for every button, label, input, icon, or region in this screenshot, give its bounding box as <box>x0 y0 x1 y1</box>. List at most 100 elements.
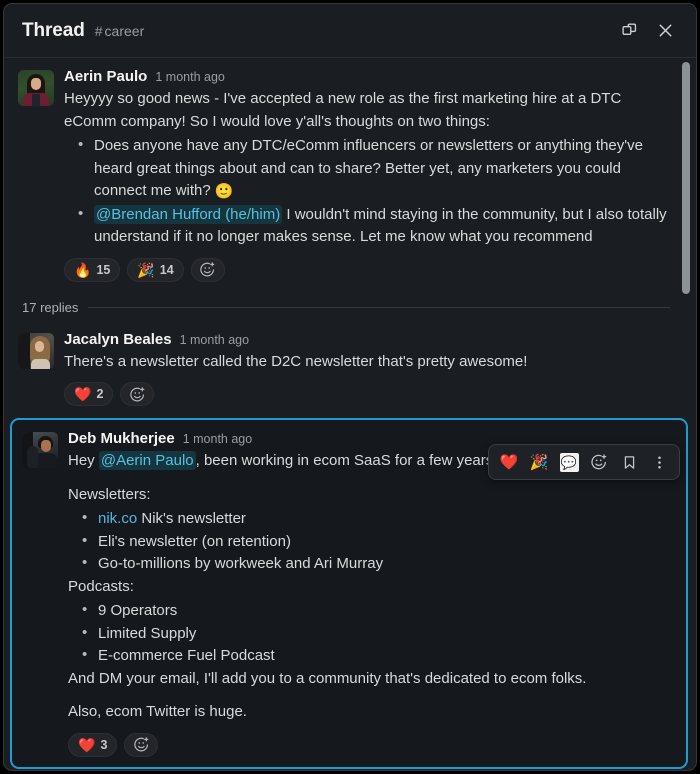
closing-paragraph-2: Also, ecom Twitter is huge. <box>68 701 666 724</box>
newsletter-text: Eli's newsletter (on retention) <box>98 533 291 550</box>
greeting-pre: Hey <box>68 452 99 469</box>
message-author[interactable]: Aerin Paulo <box>64 68 147 85</box>
channel-name: career <box>105 23 145 39</box>
save-message-button[interactable] <box>615 448 643 476</box>
replies-count-label: 17 replies <box>22 300 78 315</box>
bullet-text: Does anyone have any DTC/eComm influence… <box>94 137 643 199</box>
avatar[interactable] <box>22 432 58 468</box>
message-reply-jacalyn-beales: Jacalyn Beales 1 month ago There's a new… <box>4 321 696 413</box>
message-text: Heyyyy so good news - I've accepted a ne… <box>64 88 670 249</box>
avatar[interactable] <box>18 333 54 369</box>
heart-icon: ❤️ <box>74 387 91 401</box>
avatar-art <box>41 440 51 452</box>
message-hover-toolbar[interactable]: ❤️ 🎉 💬 <box>488 444 680 480</box>
message-timestamp[interactable]: 1 month ago <box>183 432 253 446</box>
quick-react-heart-button[interactable]: ❤️ <box>495 448 523 476</box>
scrollbar-thumb[interactable] <box>682 62 690 294</box>
reaction-fire[interactable]: 🔥 15 <box>64 258 120 282</box>
add-reaction-icon <box>590 453 608 471</box>
podcasts-heading: Podcasts: <box>68 576 666 599</box>
message-header: Jacalyn Beales 1 month ago <box>64 331 670 348</box>
add-reaction-button[interactable] <box>124 733 158 757</box>
quick-react-custom-emoji-button[interactable]: 💬 <box>555 448 583 476</box>
reaction-heart[interactable]: ❤️ 3 <box>68 733 117 757</box>
newsletter-text: Nik's newsletter <box>137 510 246 527</box>
list-item: 9 Operators <box>68 600 666 623</box>
closing-paragraph-1: And DM your email, I'll add you to a com… <box>68 668 666 691</box>
message-author[interactable]: Jacalyn Beales <box>64 331 172 348</box>
more-vertical-icon <box>651 454 668 471</box>
bookmark-icon <box>621 454 638 471</box>
user-mention[interactable]: @Aerin Paulo <box>99 451 196 470</box>
avatar-art <box>18 333 30 369</box>
avatar-art <box>31 359 50 369</box>
scrollbar-track[interactable] <box>681 60 693 769</box>
speech-balloon-icon: 💬 <box>560 453 579 472</box>
list-item: nik.co Nik's newsletter <box>68 508 666 531</box>
list-item: Go-to-millions by workweek and Ari Murra… <box>68 553 666 576</box>
open-in-new-window-icon <box>621 22 638 39</box>
thread-header: Thread # career <box>4 4 696 58</box>
divider-line <box>88 307 670 308</box>
avatar-art <box>32 94 40 106</box>
reaction-count: 14 <box>160 263 174 277</box>
newsletters-heading: Newsletters: <box>68 484 666 507</box>
avatar-art <box>35 341 44 352</box>
message-text: There's a newsletter called the D2C news… <box>64 351 670 374</box>
list-item: Eli's newsletter (on retention) <box>68 531 666 554</box>
reaction-count: 15 <box>96 263 110 277</box>
message-paragraph: There's a newsletter called the D2C news… <box>64 351 670 374</box>
add-reaction-icon <box>129 386 146 403</box>
avatar-art <box>31 78 41 90</box>
reaction-heart[interactable]: ❤️ 2 <box>64 382 113 406</box>
more-actions-button[interactable] <box>645 448 673 476</box>
message-reactions: 🔥 15 🎉 14 <box>64 258 670 282</box>
message-paragraph: Heyyyy so good news - I've accepted a ne… <box>64 88 670 133</box>
fire-icon: 🔥 <box>74 263 91 277</box>
add-reaction-icon <box>133 736 150 753</box>
add-reaction-icon <box>199 261 216 278</box>
list-item: Limited Supply <box>68 623 666 646</box>
thread-message-list[interactable]: Aerin Paulo 1 month ago Heyyyy so good n… <box>4 58 696 771</box>
add-reaction-button[interactable] <box>585 448 613 476</box>
newsletter-text: Go-to-millions by workweek and Ari Murra… <box>98 555 383 572</box>
breadcrumb-channel[interactable]: # career <box>95 23 144 39</box>
message-author[interactable]: Deb Mukherjee <box>68 430 175 447</box>
thread-panel-window: Thread # career <box>3 3 697 771</box>
message-body: Jacalyn Beales 1 month ago There's a new… <box>64 331 670 409</box>
message-reactions: ❤️ 2 <box>64 382 670 406</box>
newsletters-list: nik.co Nik's newsletter Eli's newsletter… <box>68 508 666 576</box>
list-item: @Brendan Hufford (he/him) I wouldn't min… <box>64 204 670 249</box>
slightly-smiling-face-icon: 🙂 <box>215 183 234 200</box>
reaction-tada[interactable]: 🎉 14 <box>127 258 183 282</box>
newsletter-link[interactable]: nik.co <box>98 510 137 527</box>
message-timestamp[interactable]: 1 month ago <box>155 70 225 84</box>
user-mention[interactable]: @Brendan Hufford (he/him) <box>94 205 282 224</box>
message-text: Hey @Aerin Paulo, been working in ecom S… <box>68 450 666 724</box>
avatar-art <box>27 446 38 468</box>
close-thread-button[interactable] <box>650 16 680 46</box>
message-header: Aerin Paulo 1 month ago <box>64 68 670 85</box>
message-root-aerin-paulo: Aerin Paulo 1 month ago Heyyyy so good n… <box>4 58 696 288</box>
party-popper-icon: 🎉 <box>530 453 549 471</box>
add-reaction-button[interactable] <box>120 382 154 406</box>
quick-react-tada-button[interactable]: 🎉 <box>525 448 553 476</box>
message-reactions: ❤️ 3 <box>68 733 666 757</box>
reaction-count: 3 <box>100 738 107 752</box>
open-in-new-window-button[interactable] <box>614 16 644 46</box>
podcasts-list: 9 Operators Limited Supply E-commerce Fu… <box>68 600 666 668</box>
message-timestamp[interactable]: 1 month ago <box>180 333 250 347</box>
party-popper-icon: 🎉 <box>137 263 154 277</box>
page-title: Thread <box>22 20 85 42</box>
close-icon <box>656 21 675 40</box>
message-body: Aerin Paulo 1 month ago Heyyyy so good n… <box>64 68 670 284</box>
reaction-count: 2 <box>96 387 103 401</box>
hash-icon: # <box>95 23 103 39</box>
list-item: Does anyone have any DTC/eComm influence… <box>64 135 670 204</box>
greeting-post: , been working in ecom SaaS for a few ye… <box>196 452 530 469</box>
list-item: E-commerce Fuel Podcast <box>68 645 666 668</box>
heart-icon: ❤️ <box>500 453 519 471</box>
add-reaction-button[interactable] <box>191 258 225 282</box>
avatar[interactable] <box>18 70 54 106</box>
replies-divider: 17 replies <box>4 292 696 321</box>
